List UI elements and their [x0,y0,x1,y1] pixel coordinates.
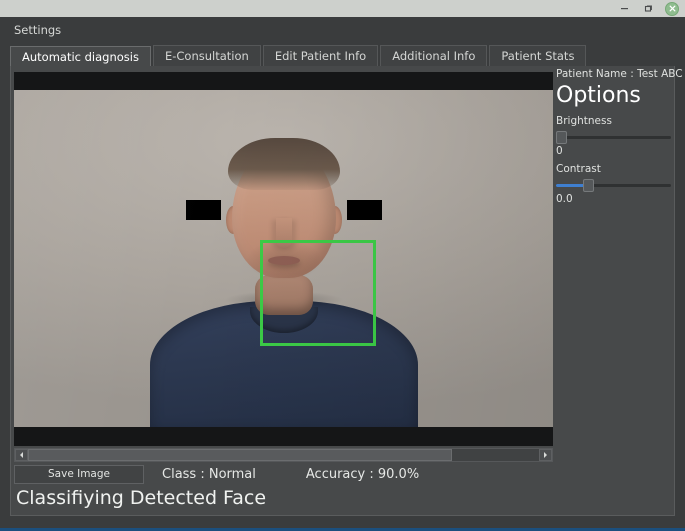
patient-name-label: Patient Name : Test ABC [556,68,683,80]
patient-photo [14,90,553,427]
accuracy-result-label: Accuracy : 90.0% [305,466,420,482]
brightness-slider-groove [556,136,671,139]
contrast-slider-handle[interactable] [583,179,595,192]
subject-hair [227,138,340,190]
subject-neck [254,275,313,315]
photo-subject [134,90,434,427]
menu-item-settings[interactable]: Settings [0,20,69,40]
tab-edit-patient-info[interactable]: Edit Patient Info [262,45,379,66]
eye-censor-bar-left [185,200,221,220]
subject-torso [149,301,418,427]
eye-censor-bar-right [346,200,382,220]
minimize-button[interactable] [617,1,632,16]
brightness-value: 0 [556,145,563,157]
maximize-button[interactable] [641,1,656,16]
controls-row: Save Image Class : Normal Accuracy : 90.… [14,464,553,484]
options-panel: Patient Name : Test ABC Options Brightne… [556,68,683,214]
tab-additional-info[interactable]: Additional Info [380,45,488,66]
image-viewer[interactable] [14,72,553,446]
contrast-value: 0.0 [556,193,573,205]
scroll-left-button[interactable] [15,449,28,461]
brightness-label: Brightness [556,115,612,127]
close-icon [668,4,677,13]
contrast-slider[interactable] [556,178,671,192]
triangle-left-icon [18,451,25,459]
tab-e-consultation[interactable]: E-Consultation [152,45,261,66]
tab-automatic-diagnosis[interactable]: Automatic diagnosis [10,46,151,67]
subject-mouth [267,256,300,265]
class-result-label: Class : Normal [162,466,256,482]
options-heading: Options [556,83,641,108]
scrollbar-track[interactable] [28,449,539,461]
save-image-button[interactable]: Save Image [14,464,144,484]
tab-patient-stats[interactable]: Patient Stats [489,45,587,66]
scroll-right-button[interactable] [539,449,552,461]
contrast-label: Contrast [556,163,601,175]
status-message: Classifiying Detected Face [16,487,267,509]
triangle-right-icon [542,451,549,459]
image-horizontal-scrollbar[interactable] [14,448,553,462]
subject-nose [275,218,292,248]
brightness-slider-handle[interactable] [556,131,567,144]
title-bar [0,0,685,17]
maximize-restore-icon [644,4,653,13]
brightness-slider[interactable] [556,130,671,144]
menu-bar: Settings [0,17,685,43]
scrollbar-thumb[interactable] [28,449,453,461]
close-button[interactable] [665,1,679,16]
application-window: Settings Automatic diagnosis E-Consultat… [0,0,685,531]
tab-strip: Automatic diagnosis E-Consultation Edit … [10,45,675,67]
minimize-icon [620,4,629,13]
